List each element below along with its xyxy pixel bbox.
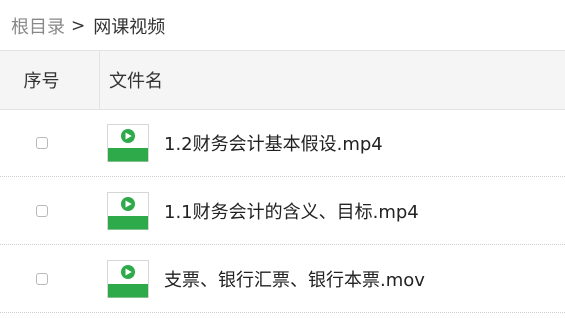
breadcrumb-root-link[interactable]: 根目录 [11,13,65,39]
file-name-link[interactable]: 1.1财务会计的含义、目标.mp4 [164,198,419,224]
table-row[interactable]: 支票、银行汇票、银行本票.mov [0,245,565,313]
row-checkbox-cell [0,272,100,285]
breadcrumb: 根目录 > 网课视频 [11,14,165,38]
file-browser: 根目录 > 网课视频 序号 文件名 1.2财务会计基本假设.mp4 1.1财务会… [0,0,565,318]
file-cell: 支票、银行汇票、银行本票.mov [100,259,425,298]
video-file-icon [107,124,149,162]
row-checkbox[interactable] [36,204,48,217]
file-name-link[interactable]: 1.2财务会计基本假设.mp4 [164,130,383,156]
table-header: 序号 文件名 [0,50,565,110]
row-checkbox-cell [0,137,100,149]
row-checkbox[interactable] [36,137,48,149]
video-file-icon [107,259,149,298]
column-header-index: 序号 [0,51,100,109]
table-row[interactable]: 1.2财务会计基本假设.mp4 [0,110,565,177]
breadcrumb-separator: > [71,16,86,36]
video-file-icon [107,191,149,230]
row-checkbox[interactable] [36,272,48,285]
file-cell: 1.1财务会计的含义、目标.mp4 [100,191,419,230]
breadcrumb-current: 网课视频 [93,17,166,38]
table-row[interactable]: 1.1财务会计的含义、目标.mp4 [0,177,565,245]
column-header-name: 文件名 [109,71,163,92]
file-cell: 1.2财务会计基本假设.mp4 [100,124,383,162]
file-table: 序号 文件名 1.2财务会计基本假设.mp4 1.1财务会计的含义、目标.mp4… [0,50,565,313]
row-checkbox-cell [0,204,100,217]
file-name-link[interactable]: 支票、银行汇票、银行本票.mov [164,266,425,292]
